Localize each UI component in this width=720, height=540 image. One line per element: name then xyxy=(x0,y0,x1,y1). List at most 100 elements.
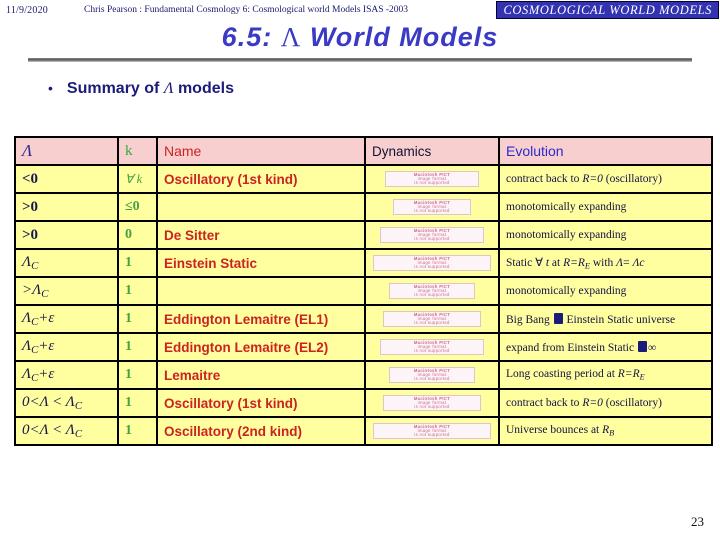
table-row: >ΛC 1 Macintosh PICT image format is not sup… xyxy=(14,276,713,306)
col-header-name: Name xyxy=(156,136,366,166)
cell-model-name: De Sitter xyxy=(156,220,366,250)
cell-dynamics: Macintosh PICT image format is not support… xyxy=(364,248,500,278)
cell-model-name xyxy=(156,192,366,222)
cell-model-name: Oscillatory (1st kind) xyxy=(156,164,366,194)
table-row: ΛC+ε 1 Eddington Lemaitre (EL2) Macintosh P… xyxy=(14,332,713,362)
title-underline-rule xyxy=(28,58,692,62)
bullet-text-after: models xyxy=(177,80,234,97)
bullet-text-before: Summary of xyxy=(66,80,160,97)
slide-date: 11/9/2020 xyxy=(6,5,48,16)
cell-lambda: 0<Λ < ΛC xyxy=(14,416,119,446)
cell-model-name: Einstein Static xyxy=(156,248,366,278)
pict-line-3: is not supported xyxy=(414,292,450,298)
broken-image-placeholder: Macintosh PICT image format is not support… xyxy=(373,254,491,272)
cell-dynamics: Macintosh PICT image format is not support… xyxy=(364,192,500,222)
broken-image-placeholder: Macintosh PICT image format is not support… xyxy=(380,226,484,244)
cell-evolution: monotomically expanding xyxy=(498,192,713,222)
slide-canvas: 11/9/2020 Chris Pearson : Fundamental Co… xyxy=(0,0,720,540)
cell-evolution: contract back to R=0 (oscillatory) xyxy=(498,164,713,194)
table-row: ΛC 1 Einstein Static Macintosh PICT image fo… xyxy=(14,248,713,278)
cell-k: 1 xyxy=(117,304,158,334)
broken-image-placeholder: Macintosh PICT image format is not support… xyxy=(373,422,491,440)
cell-dynamics: Macintosh PICT image format is not support… xyxy=(364,388,500,418)
cell-model-name: Oscillatory (1st kind) xyxy=(156,388,366,418)
table-row: ΛC+ε 1 Lemaitre Macintosh PICT image format i… xyxy=(14,360,713,390)
cell-lambda: >ΛC xyxy=(14,276,119,306)
pict-line-3: is not supported xyxy=(414,404,450,410)
broken-image-placeholder: Macintosh PICT image format is not support… xyxy=(393,198,471,216)
lambda-models-table: Λ k Name Dynamics Evolution <0 ∀ k Oscilla… xyxy=(14,136,713,446)
pict-line-3: is not supported xyxy=(414,208,450,214)
lambda-symbol: Λ xyxy=(280,22,302,52)
col-header-lambda: Λ xyxy=(14,136,119,166)
broken-image-placeholder: Macintosh PICT image format is not support… xyxy=(380,338,484,356)
arrow-right-missing-glyph-icon xyxy=(637,340,647,352)
cell-lambda: 0<Λ < ΛC xyxy=(14,388,119,418)
broken-image-placeholder: Macintosh PICT image format is not support… xyxy=(389,366,475,384)
slide-header-text: Chris Pearson : Fundamental Cosmology 6:… xyxy=(84,5,409,15)
cell-dynamics: Macintosh PICT image format is not support… xyxy=(364,332,500,362)
page-title-prefix: 6.5: xyxy=(221,22,273,52)
pict-line-3: is not supported xyxy=(414,376,450,382)
cell-dynamics: Macintosh PICT image format is not support… xyxy=(364,360,500,390)
cell-lambda: >0 xyxy=(14,192,119,222)
cell-model-name: Lemaitre xyxy=(156,360,366,390)
cell-k: 1 xyxy=(117,332,158,362)
cell-lambda: <0 xyxy=(14,164,119,194)
cell-lambda: ΛC+ε xyxy=(14,360,119,390)
cell-evolution: Long coasting period at R=RE xyxy=(498,360,713,390)
broken-image-placeholder: Macintosh PICT image format is not support… xyxy=(385,170,479,188)
broken-image-placeholder: Macintosh PICT image format is not support… xyxy=(383,310,481,328)
cell-dynamics: Macintosh PICT image format is not support… xyxy=(364,276,500,306)
cell-lambda: ΛC+ε xyxy=(14,304,119,334)
cell-k: 1 xyxy=(117,360,158,390)
cell-evolution: contract back to R=0 (oscillatory) xyxy=(498,388,713,418)
table-header-row: Λ k Name Dynamics Evolution xyxy=(14,136,713,166)
cell-k: ≤0 xyxy=(117,192,158,222)
cell-k: 1 xyxy=(117,248,158,278)
cell-model-name: Eddington Lemaitre (EL1) xyxy=(156,304,366,334)
pict-line-3: is not supported xyxy=(414,320,450,326)
cell-evolution: monotomically expanding xyxy=(498,220,713,250)
table-row: >0 ≤0 Macintosh PICT image format is not sup… xyxy=(14,192,713,222)
table-body: <0 ∀ k Oscillatory (1st kind) Macintosh PIC… xyxy=(14,164,713,446)
bullet-dot-icon: • xyxy=(48,80,53,96)
cell-model-name: Oscillatory (2nd kind) xyxy=(156,416,366,446)
cell-model-name: Eddington Lemaitre (EL2) xyxy=(156,332,366,362)
col-header-evolution: Evolution xyxy=(498,136,713,166)
pict-line-3: is not supported xyxy=(414,236,450,242)
cell-k: ∀ k xyxy=(117,164,158,194)
cell-k: 1 xyxy=(117,416,158,446)
cell-dynamics: Macintosh PICT image format is not support… xyxy=(364,304,500,334)
pict-line-3: is not supported xyxy=(414,180,450,186)
pict-line-3: is not supported xyxy=(414,264,450,270)
col-header-dynamics: Dynamics xyxy=(364,136,500,166)
table-row: ΛC+ε 1 Eddington Lemaitre (EL1) Macintosh P… xyxy=(14,304,713,334)
cell-lambda: ΛC+ε xyxy=(14,332,119,362)
cell-dynamics: Macintosh PICT image format is not support… xyxy=(364,164,500,194)
cell-evolution: Universe bounces at RB xyxy=(498,416,713,446)
cell-evolution: expand from Einstein Static ∞ xyxy=(498,332,713,362)
broken-image-placeholder: Macintosh PICT image format is not support… xyxy=(383,394,481,412)
table-row: >0 0 De Sitter Macintosh PICT image format is… xyxy=(14,220,713,250)
table-row: 0<Λ < ΛC 1 Oscillatory (2nd kind) Macintosh… xyxy=(14,416,713,446)
table-row: 0<Λ < ΛC 1 Oscillatory (1st kind) Macintosh… xyxy=(14,388,713,418)
pict-line-3: is not supported xyxy=(414,348,450,354)
arrow-right-missing-glyph-icon xyxy=(553,312,563,324)
cell-evolution: monotomically expanding xyxy=(498,276,713,306)
table-row: <0 ∀ k Oscillatory (1st kind) Macintosh PIC… xyxy=(14,164,713,194)
cell-model-name xyxy=(156,276,366,306)
cell-k: 1 xyxy=(117,388,158,418)
cell-k: 0 xyxy=(117,220,158,250)
pict-line-3: is not supported xyxy=(414,432,450,438)
broken-image-placeholder: Macintosh PICT image format is not support… xyxy=(389,282,475,300)
cell-lambda: ΛC xyxy=(14,248,119,278)
cell-evolution: Big Bang Einstein Static universe xyxy=(498,304,713,334)
col-header-k: k xyxy=(117,136,158,166)
cell-dynamics: Macintosh PICT image format is not support… xyxy=(364,220,500,250)
page-number: 23 xyxy=(691,514,704,529)
page-title: 6.5: Λ World Models xyxy=(0,22,720,53)
cell-evolution: Static ∀ t at R=RE with Λ= Λc xyxy=(498,248,713,278)
summary-bullet: • Summary of Λ models xyxy=(48,80,234,98)
cell-dynamics: Macintosh PICT image format is not support… xyxy=(364,416,500,446)
